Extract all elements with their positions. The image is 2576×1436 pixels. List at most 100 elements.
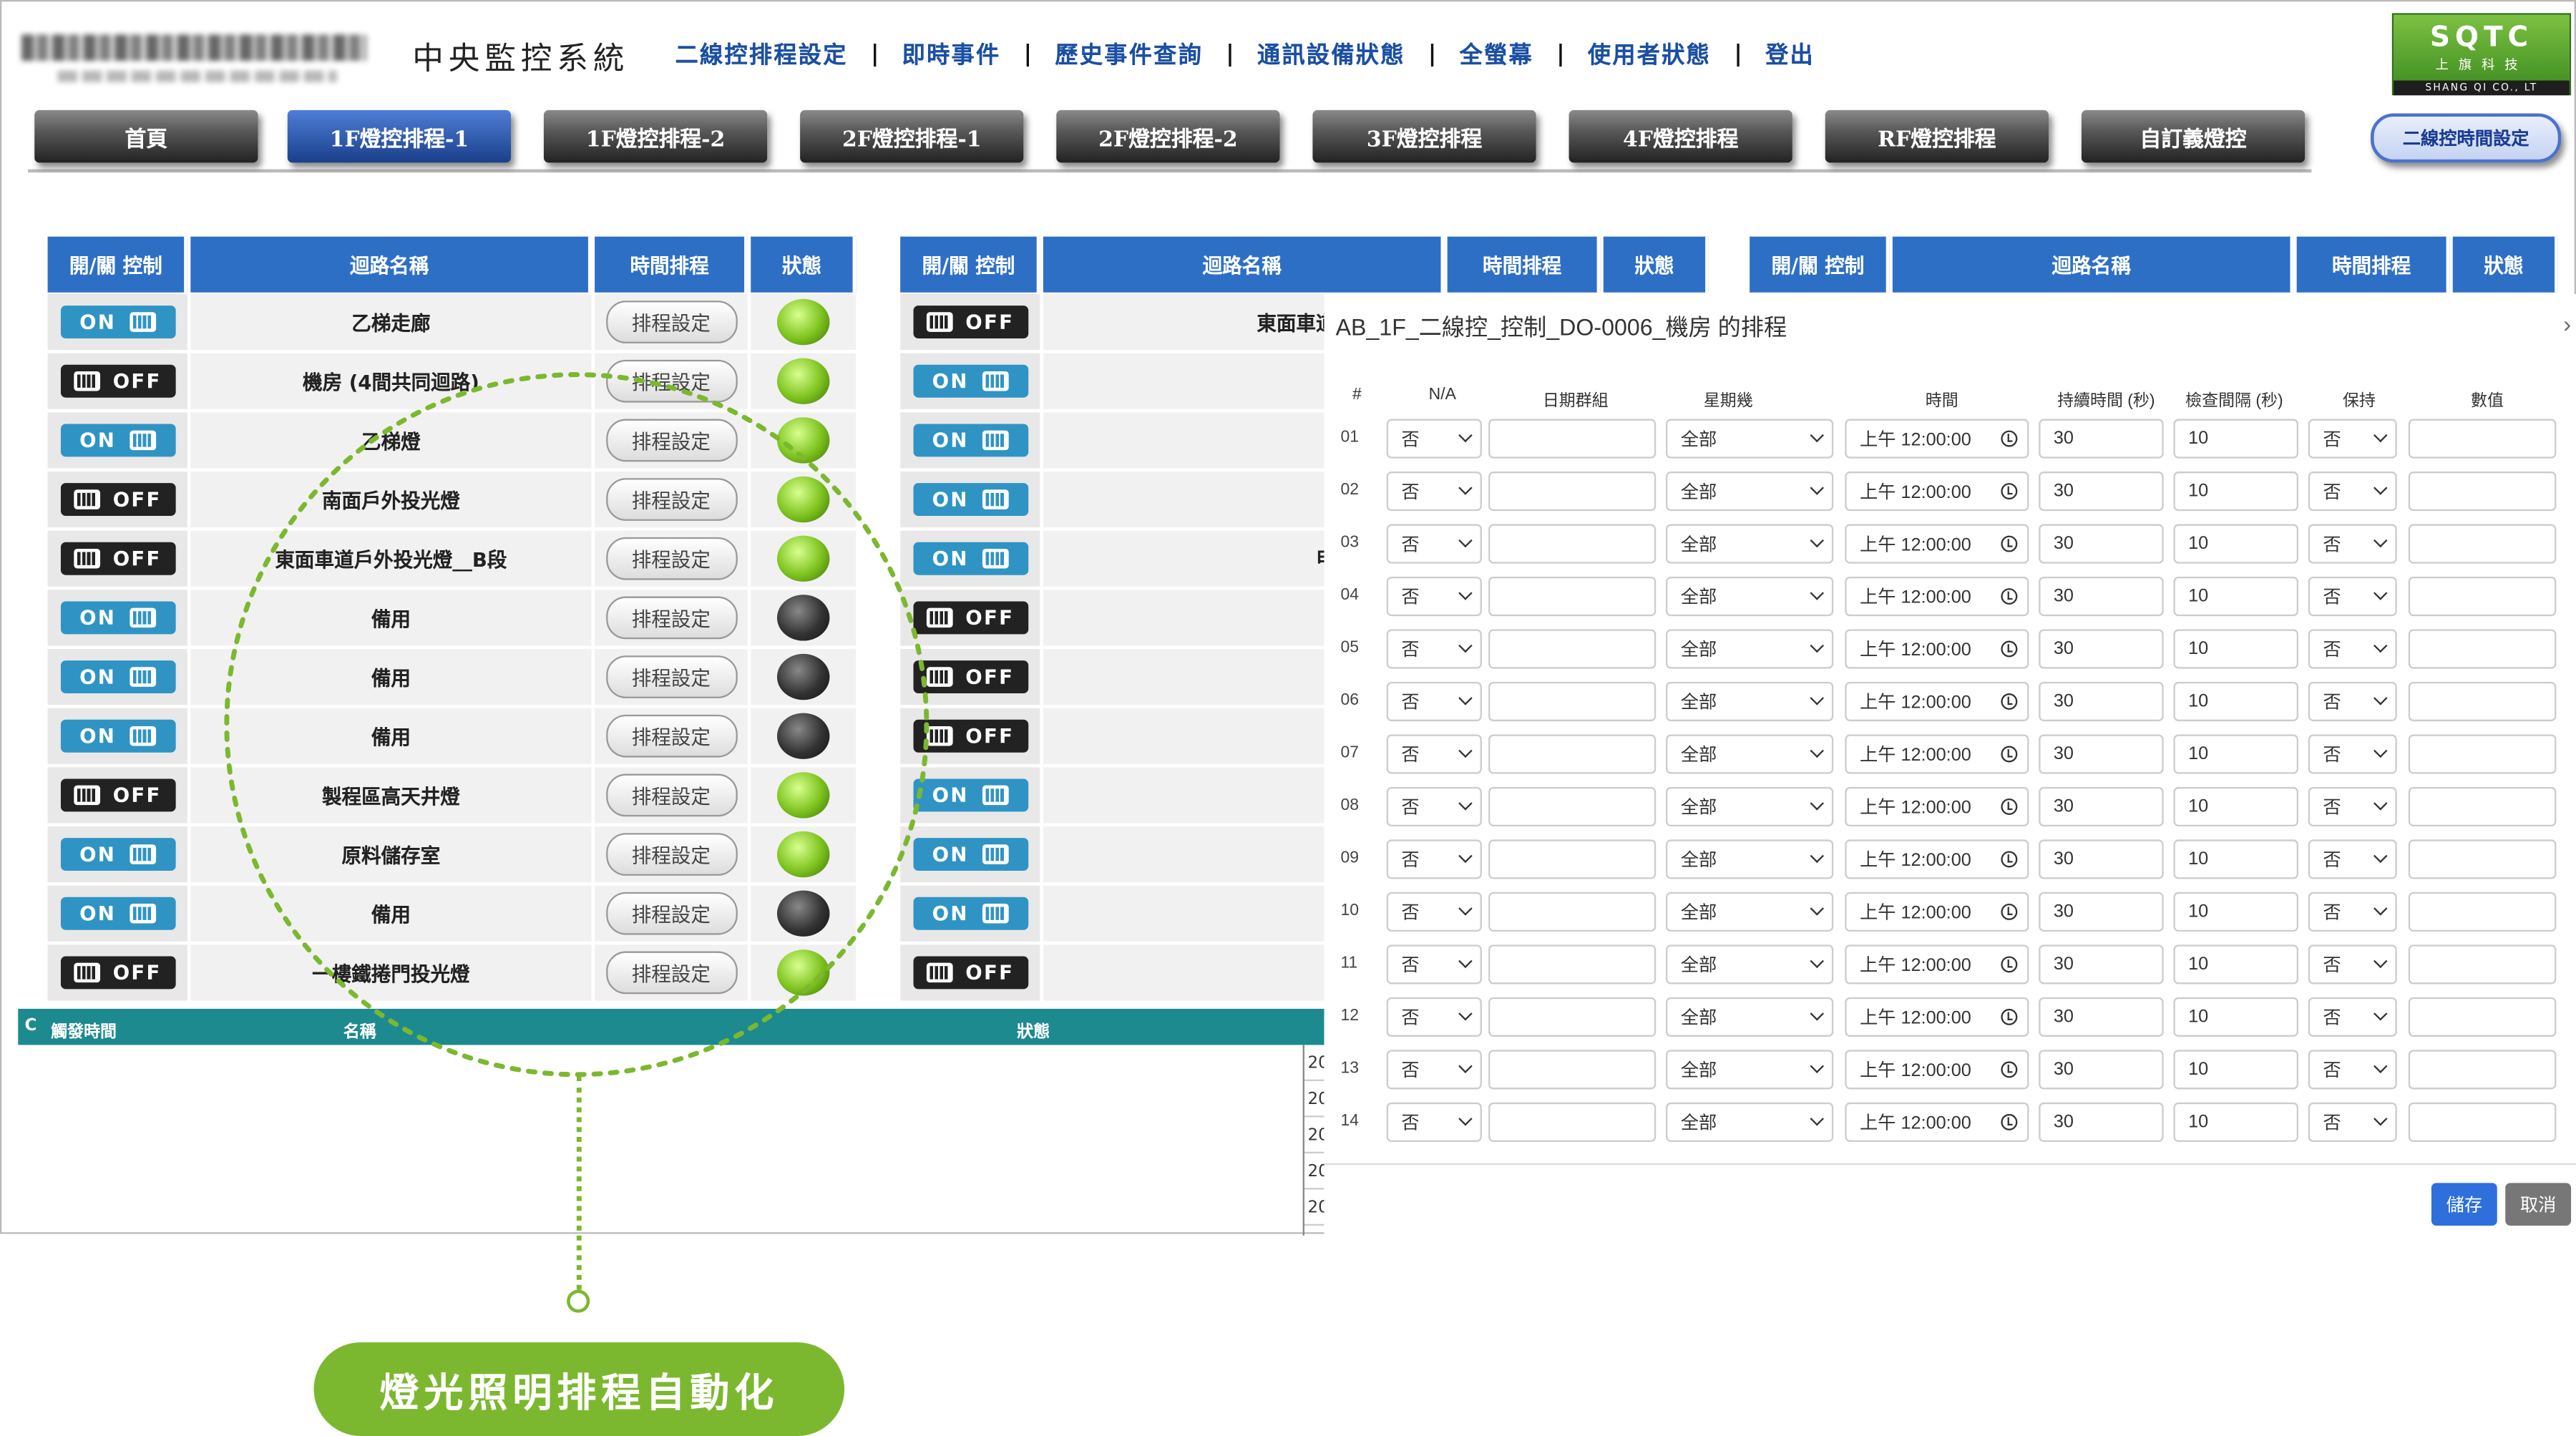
toggle-on[interactable]: ON	[912, 778, 1028, 812]
schedule-button[interactable]: 排程設定	[605, 951, 737, 995]
time-input[interactable]: 上午 12:00:00	[1845, 839, 2029, 879]
keep-select[interactable]: 否	[2308, 944, 2397, 985]
tab-0[interactable]: 首頁	[34, 109, 258, 163]
toggle-off[interactable]: OFF	[59, 364, 175, 398]
value-input[interactable]	[2408, 997, 2557, 1037]
weekday-select[interactable]: 全部	[1666, 419, 1834, 459]
weekday-select[interactable]: 全部	[1666, 472, 1834, 512]
weekday-select[interactable]: 全部	[1666, 734, 1834, 774]
time-input[interactable]: 上午 12:00:00	[1845, 997, 2029, 1037]
value-input[interactable]	[2408, 419, 2557, 459]
toggle-on[interactable]: ON	[59, 838, 175, 871]
toggle-on[interactable]: ON	[912, 542, 1028, 575]
na-select[interactable]: 否	[1386, 839, 1482, 879]
duration-input[interactable]: 30	[2039, 997, 2164, 1037]
tab-1[interactable]: 1F燈控排程-1	[287, 109, 512, 163]
value-input[interactable]	[2408, 681, 2557, 722]
schedule-button[interactable]: 排程設定	[605, 359, 737, 403]
weekday-select[interactable]: 全部	[1666, 786, 1834, 827]
date-group-input[interactable]	[1488, 997, 1657, 1037]
time-input[interactable]: 上午 12:00:00	[1845, 944, 2029, 985]
toggle-on[interactable]: ON	[59, 306, 175, 339]
toggle-on[interactable]: ON	[912, 483, 1028, 517]
keep-select[interactable]: 否	[2308, 734, 2397, 774]
na-select[interactable]: 否	[1386, 1102, 1482, 1142]
na-select[interactable]: 否	[1386, 577, 1482, 617]
schedule-button[interactable]: 排程設定	[605, 892, 737, 935]
na-select[interactable]: 否	[1386, 419, 1482, 459]
date-group-input[interactable]	[1488, 944, 1657, 985]
cancel-button[interactable]: 取消	[2505, 1183, 2572, 1226]
duration-input[interactable]: 30	[2039, 734, 2164, 774]
toggle-off[interactable]: OFF	[912, 956, 1028, 990]
schedule-button[interactable]: 排程設定	[605, 537, 737, 580]
time-input[interactable]: 上午 12:00:00	[1845, 577, 2029, 617]
weekday-select[interactable]: 全部	[1666, 1102, 1834, 1142]
interval-input[interactable]: 10	[2173, 997, 2298, 1037]
time-input[interactable]: 上午 12:00:00	[1845, 1050, 2029, 1090]
interval-input[interactable]: 10	[2173, 1050, 2298, 1090]
duration-input[interactable]: 30	[2039, 472, 2164, 512]
na-select[interactable]: 否	[1386, 1050, 1482, 1090]
time-input[interactable]: 上午 12:00:00	[1845, 524, 2029, 564]
duration-input[interactable]: 30	[2039, 839, 2164, 879]
value-input[interactable]	[2408, 944, 2557, 985]
date-group-input[interactable]	[1488, 419, 1657, 459]
keep-select[interactable]: 否	[2308, 419, 2397, 459]
keep-select[interactable]: 否	[2308, 577, 2397, 617]
tab-6[interactable]: 4F燈控排程	[1568, 109, 1792, 163]
duration-input[interactable]: 30	[2039, 577, 2164, 617]
date-group-input[interactable]	[1488, 734, 1657, 774]
schedule-button[interactable]: 排程設定	[605, 833, 737, 876]
duration-input[interactable]: 30	[2039, 892, 2164, 932]
value-input[interactable]	[2408, 1102, 2557, 1142]
value-input[interactable]	[2408, 1050, 2557, 1090]
toggle-off[interactable]: OFF	[912, 601, 1028, 635]
interval-input[interactable]: 10	[2173, 419, 2298, 459]
time-input[interactable]: 上午 12:00:00	[1845, 734, 2029, 774]
keep-select[interactable]: 否	[2308, 472, 2397, 512]
interval-input[interactable]: 10	[2173, 892, 2298, 932]
weekday-select[interactable]: 全部	[1666, 839, 1834, 879]
weekday-select[interactable]: 全部	[1666, 1050, 1834, 1090]
tab-5[interactable]: 3F燈控排程	[1312, 109, 1536, 163]
value-input[interactable]	[2408, 786, 2557, 827]
date-group-input[interactable]	[1488, 786, 1657, 827]
na-select[interactable]: 否	[1386, 892, 1482, 932]
interval-input[interactable]: 10	[2173, 1102, 2298, 1142]
toggle-on[interactable]: ON	[59, 897, 175, 930]
keep-select[interactable]: 否	[2308, 1102, 2397, 1142]
value-input[interactable]	[2408, 577, 2557, 617]
time-input[interactable]: 上午 12:00:00	[1845, 472, 2029, 512]
interval-input[interactable]: 10	[2173, 786, 2298, 827]
keep-select[interactable]: 否	[2308, 839, 2397, 879]
na-select[interactable]: 否	[1386, 472, 1482, 512]
toggle-off[interactable]: OFF	[59, 542, 175, 575]
duration-input[interactable]: 30	[2039, 681, 2164, 722]
value-input[interactable]	[2408, 472, 2557, 512]
keep-select[interactable]: 否	[2308, 997, 2397, 1037]
value-input[interactable]	[2408, 524, 2557, 564]
toggle-off[interactable]: OFF	[912, 306, 1028, 339]
toggle-off[interactable]: OFF	[59, 778, 175, 812]
time-input[interactable]: 上午 12:00:00	[1845, 629, 2029, 669]
value-input[interactable]	[2408, 734, 2557, 774]
interval-input[interactable]: 10	[2173, 944, 2298, 985]
schedule-button[interactable]: 排程設定	[605, 773, 737, 817]
weekday-select[interactable]: 全部	[1666, 892, 1834, 932]
time-input[interactable]: 上午 12:00:00	[1845, 1102, 2029, 1142]
time-input[interactable]: 上午 12:00:00	[1845, 892, 2029, 932]
date-group-input[interactable]	[1488, 839, 1657, 879]
tab-7[interactable]: RF燈控排程	[1825, 109, 2049, 163]
date-group-input[interactable]	[1488, 892, 1657, 932]
interval-input[interactable]: 10	[2173, 629, 2298, 669]
date-group-input[interactable]	[1488, 681, 1657, 722]
weekday-select[interactable]: 全部	[1666, 944, 1834, 985]
duration-input[interactable]: 30	[2039, 629, 2164, 669]
na-select[interactable]: 否	[1386, 786, 1482, 827]
keep-select[interactable]: 否	[2308, 1050, 2397, 1090]
nav-link-1[interactable]: 即時事件	[902, 38, 1001, 71]
date-group-input[interactable]	[1488, 524, 1657, 564]
toggle-on[interactable]: ON	[59, 660, 175, 694]
interval-input[interactable]: 10	[2173, 577, 2298, 617]
